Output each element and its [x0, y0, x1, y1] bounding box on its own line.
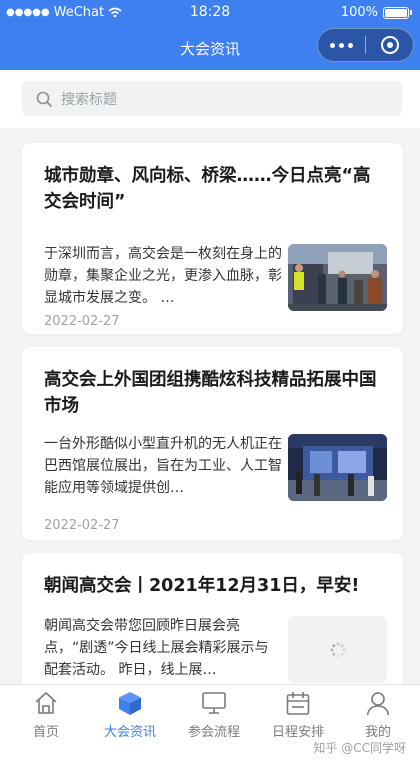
- search-placeholder: 搜索标题: [61, 91, 117, 108]
- status-bar: ●●●●● WeChat 18:28 100%: [0, 0, 420, 26]
- news-summary: 一台外形酷似小型直升机的无人机正在巴西馆展位展出，旨在为工业、人工智能应用等领域…: [44, 436, 282, 496]
- tab-mine[interactable]: 我的: [336, 690, 420, 740]
- search-icon: [36, 91, 52, 107]
- tab-home[interactable]: 首页: [4, 690, 88, 740]
- news-card[interactable]: 朝闻高交会丨2021年12月31日，早安! 朝闻高交会带您回顾昨日展会亮点，“剧…: [22, 553, 403, 684]
- news-summary: 于深圳而言，高交会是一枚刻在身上的勋章，集聚企业之光，更渗入血脉，彰显城市发展之…: [44, 246, 282, 306]
- close-icon: [380, 36, 399, 54]
- news-date: 2022-02-27: [44, 518, 120, 533]
- news-card[interactable]: 城市勋章、风向标、桥梁……今日点亮“高交会时间” 于深圳而言，高交会是一枚刻在身…: [22, 143, 403, 334]
- news-feed: 城市勋章、风向标、桥梁……今日点亮“高交会时间” 于深圳而言，高交会是一枚刻在身…: [0, 128, 420, 684]
- watermark: 知乎 @CC同学呀: [313, 741, 406, 755]
- monitor-icon: [202, 692, 226, 714]
- calendar-icon: [286, 692, 310, 715]
- news-thumbnail: [288, 434, 387, 501]
- cube-icon: [119, 692, 141, 715]
- user-icon: [366, 692, 390, 716]
- tab-label: 参会流程: [187, 725, 240, 740]
- tab-schedule[interactable]: 日程安排: [256, 690, 340, 740]
- search-input[interactable]: 搜索标题: [22, 81, 402, 116]
- tab-label: 我的: [364, 725, 391, 740]
- news-title: 城市勋章、风向标、桥梁……今日点亮“高交会时间”: [44, 166, 371, 212]
- tab-news[interactable]: 大会资讯: [88, 690, 172, 740]
- tab-label: 日程安排: [271, 725, 324, 740]
- tab-label: 大会资讯: [103, 725, 156, 740]
- tab-label: 首页: [32, 725, 59, 740]
- home-icon: [35, 692, 57, 714]
- news-date: 2022-02-27: [44, 314, 120, 329]
- tab-process[interactable]: 参会流程: [172, 690, 256, 740]
- news-card[interactable]: 高交会上外国团组携酷炫科技精品拓展中国市场 一台外形酷似小型直升机的无人机正在巴…: [22, 347, 403, 540]
- battery-icon: [383, 6, 409, 19]
- more-button[interactable]: [318, 42, 365, 48]
- miniprogram-capsule: [317, 28, 414, 62]
- news-title: 高交会上外国团组携酷炫科技精品拓展中国市场: [44, 370, 377, 416]
- news-summary: 朝闻高交会带您回顾昨日展会亮点，“剧透”今日线上展会精彩展示与配套活动。 昨日，…: [44, 618, 269, 678]
- news-thumbnail: [288, 244, 387, 311]
- battery-status: 100%: [341, 5, 412, 20]
- app-header: ●●●●● WeChat 18:28 100% 大会资讯: [0, 0, 420, 70]
- close-button[interactable]: [366, 36, 413, 54]
- news-thumbnail-loading: [288, 616, 387, 683]
- search-bar: 搜索标题: [0, 70, 420, 128]
- news-title: 朝闻高交会丨2021年12月31日，早安!: [44, 576, 360, 596]
- loading-spinner-icon: [330, 642, 345, 657]
- battery-percent: 100%: [340, 5, 378, 20]
